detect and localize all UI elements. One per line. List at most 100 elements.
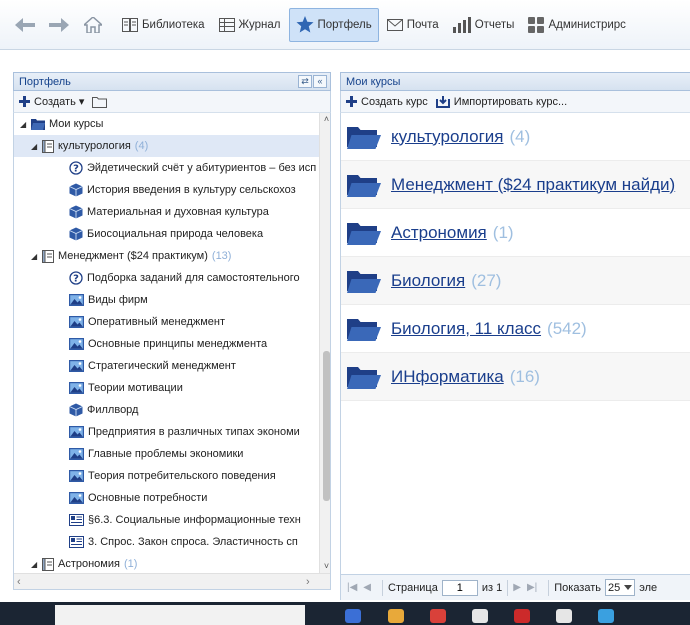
taskbar-search-box[interactable] bbox=[55, 605, 305, 625]
tree-item[interactable]: ? Подборка заданий для самостоятельного bbox=[14, 267, 319, 289]
tree-item-label: Подборка заданий для самостоятельного bbox=[87, 272, 300, 284]
scroll-right-icon[interactable]: › bbox=[306, 576, 310, 588]
tree-item[interactable]: ◢ культурология (4) bbox=[14, 135, 319, 157]
course-item[interactable]: Менеджмент ($24 практикум найди) bbox=[341, 161, 690, 209]
tree-item-label: §6.3. Социальные информационные техн bbox=[88, 514, 301, 526]
tree-item[interactable]: Филлворд bbox=[14, 399, 319, 421]
tree-vertical-scrollbar[interactable]: ˄ ˅ bbox=[319, 113, 330, 573]
course-link[interactable]: Биология, 11 класс bbox=[391, 319, 541, 339]
taskbar-app-icon[interactable] bbox=[430, 609, 446, 623]
expand-toggle-icon[interactable]: ◢ bbox=[31, 142, 39, 151]
create-course-label: Создать курс bbox=[361, 95, 428, 108]
taskbar-app-icon[interactable] bbox=[514, 609, 530, 623]
create-button[interactable]: Создать ▾ bbox=[19, 95, 84, 108]
tree-item[interactable]: Материальная и духовная культура bbox=[14, 201, 319, 223]
tree-item[interactable]: Теория потребительского поведения bbox=[14, 465, 319, 487]
toolbar-library-button[interactable]: Библиотека bbox=[116, 8, 211, 42]
tree-item[interactable]: Главные проблемы экономики bbox=[14, 443, 319, 465]
toolbar-journal-label: Журнал bbox=[238, 18, 281, 31]
tree-item-label: Мои курсы bbox=[49, 118, 104, 130]
course-item[interactable]: Биология (27) bbox=[341, 257, 690, 305]
tree-item[interactable]: ◢ Астрономия (1) bbox=[14, 553, 319, 575]
refresh-icon[interactable]: ⇄ bbox=[298, 75, 312, 88]
first-page-icon[interactable]: |◀ bbox=[347, 582, 357, 593]
toolbar-journal-button[interactable]: Журнал bbox=[213, 8, 287, 42]
taskbar-app-icon[interactable] bbox=[556, 609, 572, 623]
scroll-down-icon[interactable]: ˅ bbox=[320, 560, 330, 573]
bar-chart-icon bbox=[452, 16, 471, 33]
course-item[interactable]: Биология, 11 класс (542) bbox=[341, 305, 690, 353]
taskbar-app-icon[interactable] bbox=[472, 609, 488, 623]
taskbar-app-icon[interactable] bbox=[598, 609, 614, 623]
course-link[interactable]: культурология bbox=[391, 127, 504, 147]
tree-item-label: Главные проблемы экономики bbox=[88, 448, 244, 460]
tree-item-label: Астрономия bbox=[58, 558, 120, 570]
toolbar-library-label: Библиотека bbox=[142, 18, 205, 31]
mail-icon bbox=[386, 18, 403, 31]
package-icon bbox=[69, 205, 87, 219]
taskbar-app-icon[interactable] bbox=[388, 609, 404, 623]
home-icon[interactable] bbox=[82, 14, 104, 36]
page-number-input[interactable] bbox=[441, 579, 478, 596]
tree-item[interactable]: Основные принципы менеджмента bbox=[14, 333, 319, 355]
tree-item[interactable]: ◢ Мои курсы bbox=[14, 113, 319, 135]
document-icon bbox=[69, 514, 88, 526]
pager-separator bbox=[507, 579, 509, 596]
tree-horizontal-scrollbar[interactable]: ‹ › bbox=[14, 573, 330, 589]
back-arrow-icon[interactable] bbox=[14, 14, 36, 36]
scroll-up-icon[interactable]: ˄ bbox=[320, 113, 330, 126]
toolbar-portfolio-button[interactable]: Портфель bbox=[288, 7, 379, 42]
page-of-label: из 1 bbox=[481, 581, 503, 594]
scroll-left-icon[interactable]: ‹ bbox=[17, 576, 21, 588]
tree-item[interactable]: ? Эйдетический счёт у абитуриентов – без … bbox=[14, 157, 319, 179]
plus-icon bbox=[346, 96, 357, 107]
quiz-icon: ? bbox=[69, 271, 87, 285]
pager-separator bbox=[382, 579, 383, 596]
expand-toggle-icon[interactable]: ◢ bbox=[20, 120, 28, 129]
create-course-button[interactable]: Создать курс bbox=[346, 96, 428, 108]
prev-page-icon[interactable]: ◀ bbox=[363, 582, 371, 593]
tree-item[interactable]: Основные потребности bbox=[14, 487, 319, 509]
course-link[interactable]: Менеджмент ($24 практикум найди) bbox=[391, 175, 675, 195]
tree-item[interactable]: Теории мотивации bbox=[14, 377, 319, 399]
open-folder-icon bbox=[341, 365, 391, 389]
tree-item[interactable]: Биосоциальная природа человека bbox=[14, 223, 319, 245]
document-icon bbox=[69, 536, 88, 548]
tree-item[interactable]: Предприятия в различных типах экономи bbox=[14, 421, 319, 443]
star-icon bbox=[296, 16, 313, 33]
import-course-button[interactable]: Импортировать курс... bbox=[435, 95, 567, 108]
toolbar-admin-button[interactable]: Администрирс bbox=[522, 8, 631, 42]
tree-item[interactable]: Стратегический менеджмент bbox=[14, 355, 319, 377]
course-link[interactable]: Астрономия bbox=[391, 223, 487, 243]
last-page-icon[interactable]: ▶| bbox=[527, 582, 537, 593]
package-icon bbox=[69, 183, 87, 197]
forward-arrow-icon[interactable] bbox=[48, 14, 70, 36]
tree-item-label: История введения в культуру сельскохоз bbox=[87, 184, 296, 196]
tree-item[interactable]: Оперативный менеджмент bbox=[14, 311, 319, 333]
expand-toggle-icon[interactable]: ◢ bbox=[31, 252, 39, 261]
tree-item[interactable]: Виды фирм bbox=[14, 289, 319, 311]
tree-item-label: 3. Спрос. Закон спроса. Эластичность сп bbox=[88, 536, 298, 548]
tree-item[interactable]: История введения в культуру сельскохоз bbox=[14, 179, 319, 201]
taskbar-app-icon[interactable] bbox=[345, 609, 361, 623]
collapse-panel-icon[interactable]: « bbox=[313, 75, 327, 88]
course-item[interactable]: культурология (4) bbox=[341, 113, 690, 161]
next-page-icon[interactable]: ▶ bbox=[513, 582, 521, 593]
tree-scroll-thumb[interactable] bbox=[323, 351, 330, 501]
tree-item-label: Виды фирм bbox=[88, 294, 148, 306]
toolbar-mail-button[interactable]: Почта bbox=[381, 8, 445, 42]
page-size-select[interactable]: 25 bbox=[605, 579, 636, 596]
new-folder-button[interactable] bbox=[92, 96, 111, 108]
course-count: (4) bbox=[509, 126, 531, 146]
image-icon bbox=[69, 492, 88, 504]
tree-item-label: Филлворд bbox=[87, 404, 139, 416]
course-item[interactable]: Астрономия (1) bbox=[341, 209, 690, 257]
course-item[interactable]: ИНформатика (16) bbox=[341, 353, 690, 401]
tree-item[interactable]: ◢ Менеджмент ($24 практикум) (13) bbox=[14, 245, 319, 267]
course-link[interactable]: ИНформатика bbox=[391, 367, 504, 387]
tree-item[interactable]: §6.3. Социальные информационные техн bbox=[14, 509, 319, 531]
tree-item[interactable]: 3. Спрос. Закон спроса. Эластичность сп bbox=[14, 531, 319, 553]
course-link[interactable]: Биология bbox=[391, 271, 465, 291]
expand-toggle-icon[interactable]: ◢ bbox=[31, 560, 39, 569]
toolbar-reports-button[interactable]: Отчеты bbox=[447, 8, 521, 42]
